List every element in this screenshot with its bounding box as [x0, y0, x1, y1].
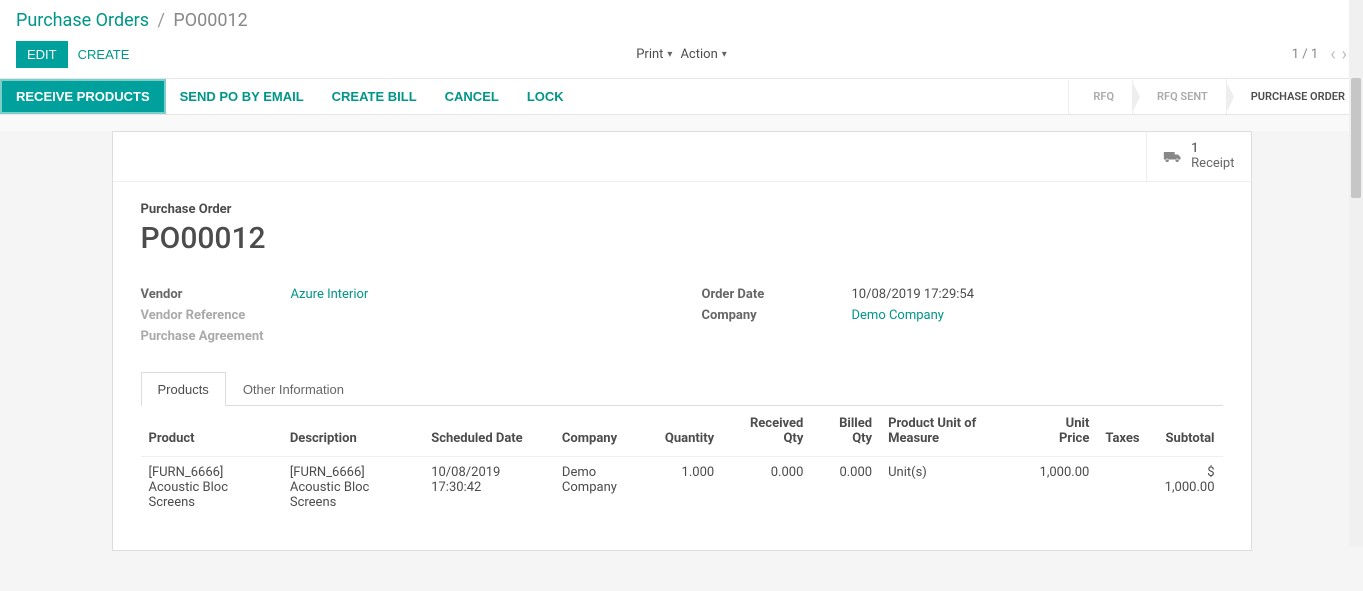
- cell-company: Demo Company: [554, 457, 657, 519]
- col-unit-price[interactable]: Unit Price: [1025, 406, 1097, 457]
- print-dropdown[interactable]: Print ▾: [636, 47, 672, 62]
- left-column: Vendor Azure Interior Vendor Reference P…: [141, 284, 662, 347]
- caret-down-icon: ▾: [667, 49, 672, 60]
- print-label: Print: [636, 47, 663, 62]
- scrollbar-thumb[interactable]: [1351, 78, 1361, 198]
- col-quantity[interactable]: Quantity: [657, 406, 722, 457]
- cell-quantity: 1.000: [657, 457, 722, 519]
- tab-other-information[interactable]: Other Information: [226, 372, 361, 406]
- col-subtotal[interactable]: Subtotal: [1148, 406, 1223, 457]
- record-title: PO00012: [141, 221, 1223, 256]
- vertical-scrollbar[interactable]: [1349, 0, 1363, 547]
- toolbar-right: 1 / 1 ‹ ›: [1292, 44, 1347, 65]
- cell-subtotal: $ 1,000.00: [1148, 457, 1223, 519]
- field-columns: Vendor Azure Interior Vendor Reference P…: [141, 284, 1223, 347]
- company-label: Company: [702, 308, 852, 323]
- col-description[interactable]: Description: [282, 406, 423, 457]
- record-title-label: Purchase Order: [141, 202, 1223, 217]
- receipt-label: Receipt: [1191, 156, 1234, 171]
- action-label: Action: [680, 47, 717, 62]
- pager-next-icon[interactable]: ›: [1342, 44, 1347, 65]
- col-taxes[interactable]: Taxes: [1097, 406, 1147, 457]
- col-scheduled-date[interactable]: Scheduled Date: [423, 406, 554, 457]
- table-header-row: Product Description Scheduled Date Compa…: [141, 406, 1223, 457]
- status-rfq-sent[interactable]: RFQ Sent: [1132, 79, 1226, 114]
- stat-buttons-row: 1 Receipt: [113, 132, 1251, 182]
- caret-down-icon: ▾: [722, 49, 727, 60]
- lock-button[interactable]: Lock: [513, 79, 578, 114]
- create-bill-button[interactable]: Create Bill: [318, 79, 431, 114]
- toolbar: Edit Create Print ▾ Action ▾ 1 / 1 ‹ ›: [0, 35, 1363, 78]
- cell-scheduled-date: 10/08/2019 17:30:42: [423, 457, 554, 519]
- cancel-button[interactable]: Cancel: [431, 79, 513, 114]
- status-purchase-order[interactable]: Purchase Order: [1226, 79, 1363, 114]
- purchase-agreement-label: Purchase Agreement: [141, 329, 291, 344]
- breadcrumb-sep: /: [158, 10, 165, 31]
- col-received-qty[interactable]: Received Qty: [722, 406, 811, 457]
- cell-received-qty: 0.000: [722, 457, 811, 519]
- receipt-stat-button[interactable]: 1 Receipt: [1146, 132, 1250, 181]
- edit-button[interactable]: Edit: [16, 41, 68, 68]
- order-date-label: Order Date: [702, 287, 852, 302]
- cell-product: [FURN_6666] Acoustic Bloc Screens: [141, 457, 282, 519]
- breadcrumb: Purchase Orders / PO00012: [0, 0, 1363, 35]
- vendor-ref-label: Vendor Reference: [141, 308, 291, 323]
- pager-text: 1 / 1: [1292, 47, 1318, 62]
- company-link[interactable]: Demo Company: [852, 308, 944, 323]
- cell-taxes: [1097, 457, 1147, 519]
- sheet-body: Purchase Order PO00012 Vendor Azure Inte…: [113, 182, 1251, 538]
- cell-description: [FURN_6666] Acoustic Bloc Screens: [282, 457, 423, 519]
- send-po-button[interactable]: Send PO by Email: [166, 79, 318, 114]
- action-dropdown[interactable]: Action ▾: [680, 47, 726, 62]
- breadcrumb-current: PO00012: [173, 10, 247, 31]
- table-row[interactable]: [FURN_6666] Acoustic Bloc Screens [FURN_…: [141, 457, 1223, 519]
- right-column: Order Date 10/08/2019 17:29:54 Company D…: [702, 284, 1223, 347]
- order-date-value: 10/08/2019 17:29:54: [852, 287, 975, 302]
- order-lines-table: Product Description Scheduled Date Compa…: [141, 406, 1223, 518]
- create-button[interactable]: Create: [68, 42, 140, 67]
- col-uom[interactable]: Product Unit of Measure: [880, 406, 1025, 457]
- receive-products-button[interactable]: Receive Products: [0, 79, 166, 114]
- form-sheet: 1 Receipt Purchase Order PO00012 Vendor …: [112, 131, 1252, 551]
- tab-products[interactable]: Products: [141, 372, 226, 406]
- status-bar: RFQ RFQ Sent Purchase Order: [1068, 79, 1363, 114]
- pager-prev-icon[interactable]: ‹: [1330, 44, 1335, 65]
- truck-icon: [1163, 149, 1183, 165]
- breadcrumb-parent[interactable]: Purchase Orders: [16, 10, 149, 31]
- status-rfq[interactable]: RFQ: [1068, 79, 1132, 114]
- receipt-count: 1: [1191, 142, 1234, 156]
- col-billed-qty[interactable]: Billed Qty: [811, 406, 880, 457]
- cell-uom: Unit(s): [880, 457, 1025, 519]
- vendor-label: Vendor: [141, 287, 291, 302]
- vendor-link[interactable]: Azure Interior: [291, 287, 369, 302]
- col-product[interactable]: Product: [141, 406, 282, 457]
- col-company[interactable]: Company: [554, 406, 657, 457]
- notebook-tabs: Products Other Information: [141, 371, 1223, 406]
- toolbar-center: Print ▾ Action ▾: [636, 47, 727, 62]
- form-canvas: 1 Receipt Purchase Order PO00012 Vendor …: [0, 131, 1363, 591]
- action-bar: Receive Products Send PO by Email Create…: [0, 78, 1363, 115]
- cell-unit-price: 1,000.00: [1025, 457, 1097, 519]
- cell-billed-qty: 0.000: [811, 457, 880, 519]
